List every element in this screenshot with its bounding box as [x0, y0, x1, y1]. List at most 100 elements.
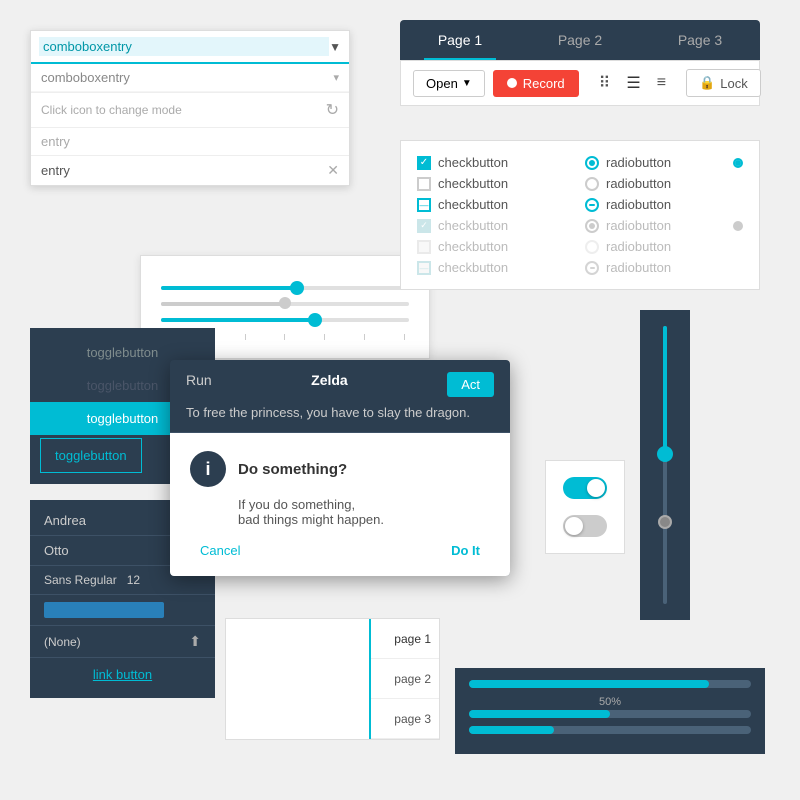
slider-3-track[interactable]: [161, 318, 409, 322]
progress-panel: 50%: [455, 668, 765, 754]
dropdown-item-label: comboboxentry: [41, 70, 130, 85]
radio-indeterminate[interactable]: [585, 198, 599, 212]
slider-2-fill: [161, 302, 285, 306]
none-label: (None): [44, 635, 81, 649]
checkbutton-label-3: checkbutton: [438, 197, 508, 212]
radiobutton-row-5: radiobutton: [585, 239, 743, 254]
combobox-input[interactable]: comboboxentry: [39, 37, 329, 56]
radiobutton-label-5: radiobutton: [606, 239, 671, 254]
radio-checked[interactable]: [585, 156, 599, 170]
tick: [324, 334, 325, 340]
notebook-content: [226, 619, 369, 739]
dialog-confirm-title: Do something?: [238, 461, 347, 478]
radio-checked-2[interactable]: [733, 158, 743, 168]
notebook-panel: page 1 page 2 page 3: [225, 618, 440, 740]
radiobutton-label-2: radiobutton: [606, 176, 671, 191]
upload-icon[interactable]: ⬆: [189, 633, 201, 650]
slider-2-track[interactable]: [161, 302, 409, 306]
dialog-confirm-text: If you do something,bad things might hap…: [238, 497, 490, 527]
notebook-tab-3[interactable]: page 3: [371, 699, 439, 739]
radio-disabled: [585, 240, 599, 254]
checkbutton-row-2: checkbutton: [417, 176, 575, 191]
dialog: Run Zelda Act To free the princess, you …: [170, 360, 510, 576]
checkbox-checked[interactable]: [417, 156, 431, 170]
dialog-zelda-label: Zelda: [311, 372, 348, 397]
color-swatch[interactable]: [44, 602, 164, 618]
combobox-entry-filled-row[interactable]: entry ✕: [31, 156, 349, 185]
toggle-switch-off[interactable]: [563, 515, 607, 537]
togglebutton-label-2: togglebutton: [87, 378, 159, 393]
checkbutton-row-4: ✓ checkbutton: [417, 218, 575, 233]
link-button[interactable]: link button: [93, 667, 152, 682]
checkbutton-label-6: checkbutton: [438, 260, 508, 275]
list-icon[interactable]: ☰: [622, 69, 644, 97]
vert-thumb-1[interactable]: [657, 446, 673, 462]
record-button[interactable]: Record: [493, 70, 579, 97]
menu-icon[interactable]: ≡: [653, 70, 670, 96]
slider-1-track[interactable]: [161, 286, 409, 290]
chevron-down-icon[interactable]: ▼: [329, 40, 341, 54]
vert-thumb-2[interactable]: [658, 515, 672, 529]
tab-page3[interactable]: Page 3: [640, 20, 760, 60]
vert-fill-1: [663, 326, 667, 451]
record-label: Record: [523, 76, 565, 91]
togglebutton-outline[interactable]: togglebutton: [40, 438, 142, 473]
tabs-header: Page 1 Page 2 Page 3: [400, 20, 760, 60]
dialog-header: Run Zelda Act: [170, 360, 510, 405]
togglebutton-label-3: togglebutton: [87, 411, 159, 426]
dialog-act-button[interactable]: Act: [447, 372, 494, 397]
checkbox-unchecked[interactable]: [417, 177, 431, 191]
progress-label-2: 50%: [469, 696, 751, 708]
tick: [404, 334, 405, 340]
notebook-tab-1[interactable]: page 1: [371, 619, 439, 659]
combobox-widget: comboboxentry ▼ comboboxentry ▾ Click ic…: [30, 30, 350, 186]
entry-placeholder: entry: [41, 134, 70, 149]
close-icon[interactable]: ✕: [327, 162, 339, 179]
combobox-mode-row: Click icon to change mode ↻: [31, 93, 349, 128]
tick: [245, 334, 246, 340]
notebook-tab-2[interactable]: page 2: [371, 659, 439, 699]
combobox-dropdown: comboboxentry ▾: [31, 64, 349, 93]
radio-unchecked[interactable]: [585, 177, 599, 191]
vertical-slider-track[interactable]: [663, 326, 667, 604]
do-it-button[interactable]: Do It: [451, 543, 480, 558]
combobox-top-row[interactable]: comboboxentry ▼: [31, 31, 349, 64]
check-radio-panel: checkbutton radiobutton checkbutton radi…: [400, 140, 760, 290]
slider-1-thumb[interactable]: [290, 281, 304, 295]
progress-track-3: [469, 726, 751, 734]
dialog-confirm-header: i Do something?: [190, 451, 490, 487]
combobox-dropdown-item[interactable]: comboboxentry ▾: [31, 64, 349, 92]
radiobutton-row-2: radiobutton: [585, 176, 743, 191]
notebook-tabs-side: page 1 page 2 page 3: [226, 619, 439, 739]
radio-disabled-indeterminate: [585, 261, 599, 275]
dialog-actions: Cancel Do It: [190, 543, 490, 558]
vertical-slider: [640, 310, 690, 620]
radiobutton-row-3: radiobutton: [585, 197, 743, 212]
grid-icon[interactable]: ⠿: [595, 69, 615, 97]
combobox-entry-placeholder-row: entry: [31, 128, 349, 156]
font-label: Sans Regular 12: [44, 573, 140, 587]
progress-row-3: [469, 726, 751, 734]
toggle-switch-on[interactable]: [563, 477, 607, 499]
slider-2-thumb[interactable]: [279, 297, 291, 309]
checkbox-indeterminate[interactable]: [417, 198, 431, 212]
toggle-switches-panel: [545, 460, 625, 554]
lock-icon: 🔒: [699, 75, 715, 91]
radio-disabled-dot: [585, 219, 599, 233]
tick: [364, 334, 365, 340]
checkbutton-row-3: checkbutton: [417, 197, 575, 212]
togglebutton-label-1: togglebutton: [87, 345, 159, 360]
dialog-run-label: Run: [186, 372, 212, 397]
refresh-icon[interactable]: ↻: [326, 100, 339, 120]
tab-page1[interactable]: Page 1: [400, 20, 520, 60]
checkbutton-label-4: checkbutton: [438, 218, 508, 233]
progress-track-1: [469, 680, 751, 688]
tab-page2[interactable]: Page 2: [520, 20, 640, 60]
link-button-row: link button: [30, 658, 215, 692]
cancel-button[interactable]: Cancel: [200, 543, 240, 558]
open-button[interactable]: Open ▼: [413, 70, 485, 97]
radiobutton-label-4: radiobutton: [606, 218, 671, 233]
slider-3-thumb[interactable]: [308, 313, 322, 327]
lock-button[interactable]: 🔒 Lock: [686, 69, 761, 97]
radiobutton-label-6: radiobutton: [606, 260, 671, 275]
